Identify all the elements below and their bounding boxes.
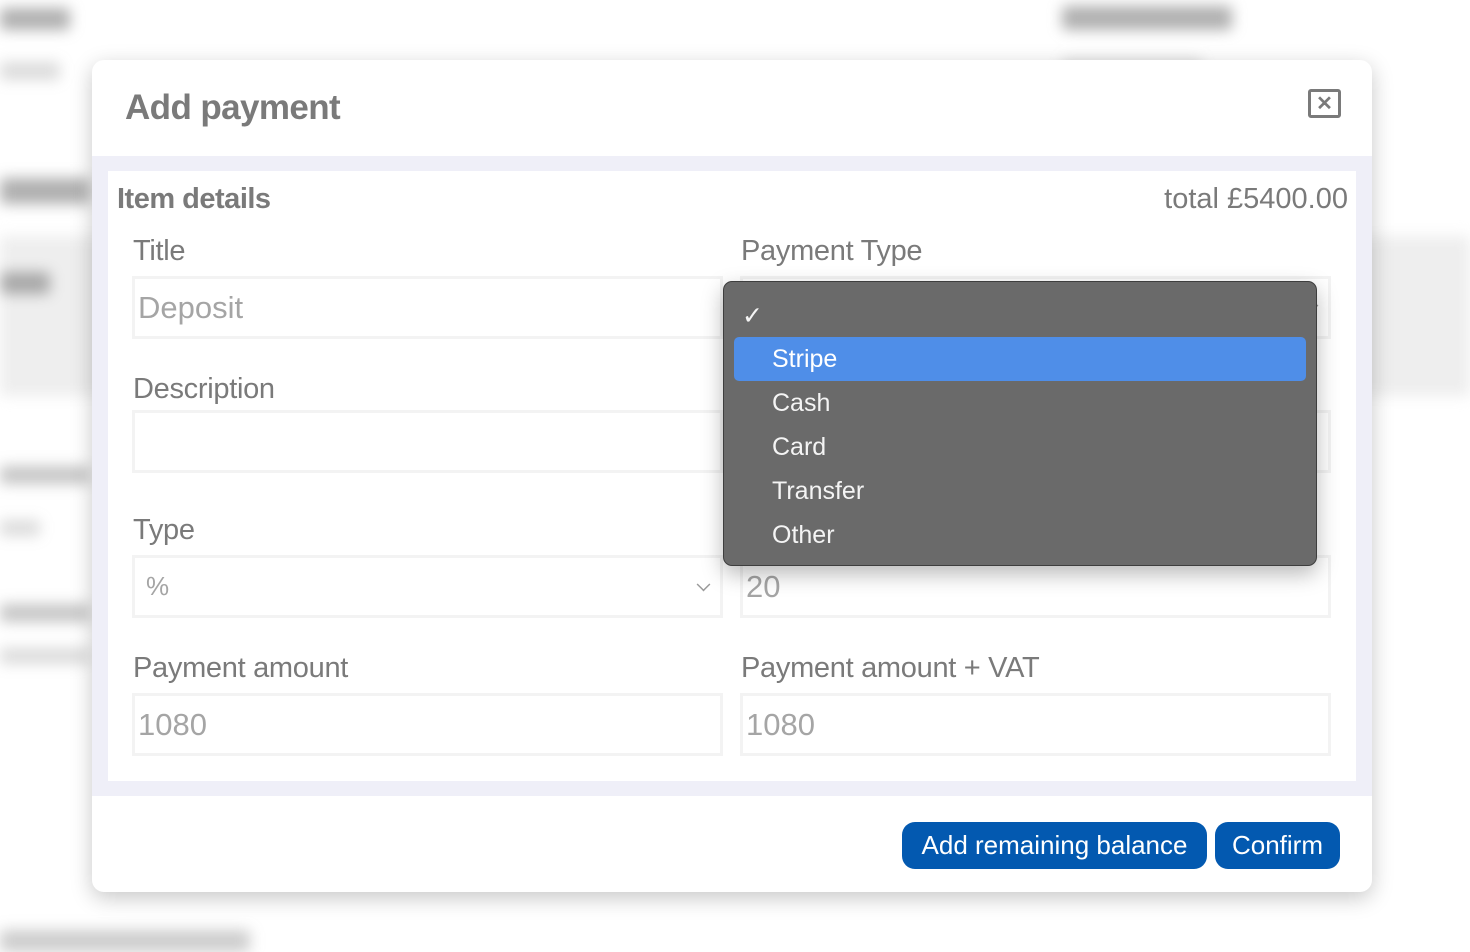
background-text-block <box>0 604 90 622</box>
dropdown-option-label: Cash <box>772 388 831 417</box>
payment-amount-vat-input[interactable]: 1080 <box>740 693 1331 756</box>
type-label: Type <box>133 514 195 546</box>
dropdown-option-label: Stripe <box>772 344 838 373</box>
payment-amount-value: 1080 <box>138 706 207 742</box>
title-input-value: Deposit <box>138 289 244 325</box>
payment-amount-input[interactable]: 1080 <box>132 693 723 756</box>
background-text-block <box>0 62 60 80</box>
payment-amount-label: Payment amount <box>133 652 349 684</box>
item-details-heading: Item details <box>117 183 271 215</box>
description-label: Description <box>133 373 275 405</box>
dropdown-option-label: Transfer <box>772 476 865 505</box>
background-text-block <box>0 930 250 952</box>
title-label: Title <box>133 235 186 267</box>
background-text-block <box>0 520 40 536</box>
title-input[interactable]: Deposit <box>132 276 723 339</box>
background-text-block <box>0 648 90 664</box>
confirm-button[interactable]: Confirm <box>1215 822 1340 869</box>
background-text-block <box>0 178 90 204</box>
background-text-block <box>0 272 50 294</box>
close-icon: ✕ <box>1316 92 1333 115</box>
modal-header: Add payment ✕ <box>92 60 1372 156</box>
dropdown-option-cash[interactable]: Cash <box>734 381 1306 425</box>
checkmark-icon: ✓ <box>742 302 763 330</box>
dropdown-option-label: Other <box>772 520 835 549</box>
dropdown-option-label: Card <box>772 432 827 461</box>
payment-amount-vat-value: 1080 <box>746 706 815 742</box>
modal-footer: Add remaining balance Confirm <box>92 796 1372 892</box>
dropdown-option-stripe[interactable]: Stripe <box>734 337 1306 381</box>
background-text-block <box>1062 6 1232 30</box>
type-select[interactable]: % <box>132 555 723 618</box>
chevron-down-icon <box>696 577 711 592</box>
background-text-block <box>0 466 90 484</box>
payment-amount-vat-label: Payment amount + VAT <box>741 652 1040 684</box>
dropdown-option-other[interactable]: Other <box>734 513 1306 557</box>
dropdown-option-transfer[interactable]: Transfer <box>734 469 1306 513</box>
background-text-block <box>0 8 70 30</box>
total-amount: total £5400.00 <box>1164 183 1348 215</box>
payment-type-label: Payment Type <box>741 235 923 267</box>
close-button[interactable]: ✕ <box>1308 89 1341 118</box>
description-input[interactable] <box>132 410 723 473</box>
dropdown-option-card[interactable]: Card <box>734 425 1306 469</box>
add-remaining-balance-button[interactable]: Add remaining balance <box>902 822 1207 869</box>
type-select-value: % <box>146 571 170 601</box>
amount-input-value: 20 <box>746 568 781 604</box>
payment-type-dropdown: ✓ Stripe Cash Card Transfer Other <box>723 281 1317 566</box>
modal-title: Add payment <box>125 88 341 127</box>
dropdown-option-empty[interactable]: ✓ <box>734 293 1306 337</box>
